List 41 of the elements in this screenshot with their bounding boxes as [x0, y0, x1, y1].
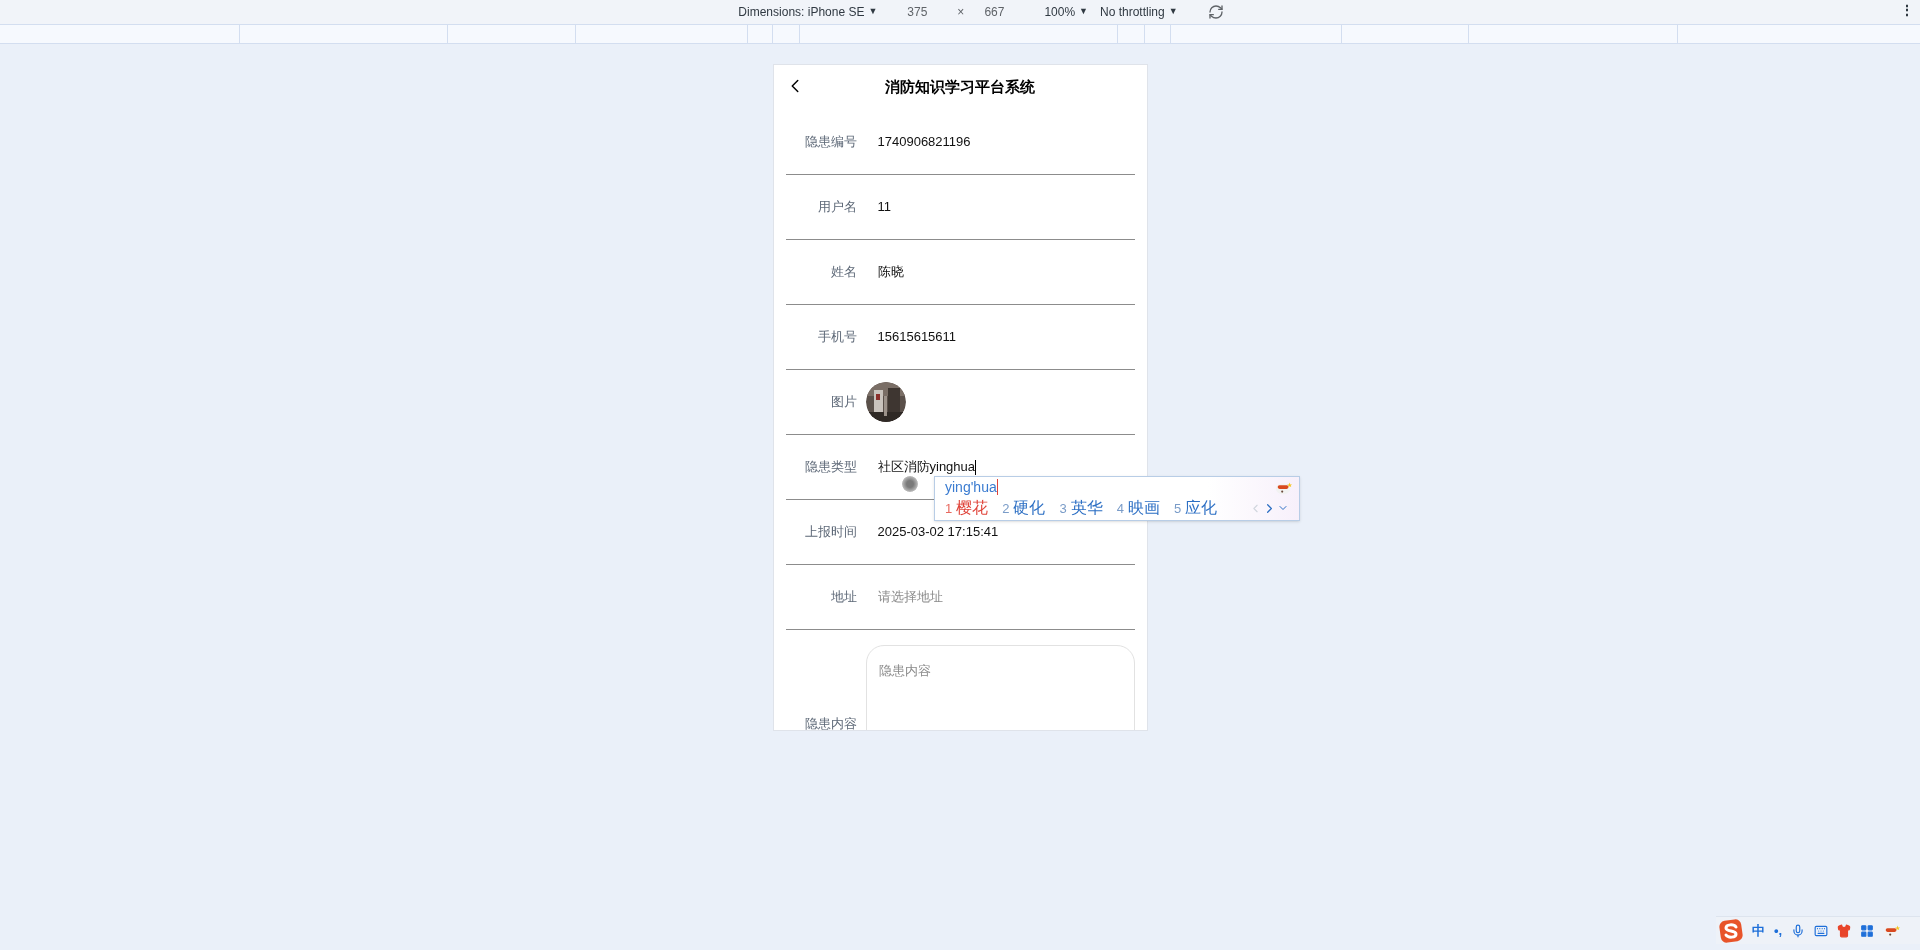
punctuation-toggle[interactable]: •, [1774, 920, 1783, 941]
field-value[interactable]: 15615615611 [877, 327, 957, 347]
field-label: 用户名 [816, 198, 857, 217]
content-textarea[interactable]: 隐患内容 [865, 645, 1135, 730]
sogou-logo-icon[interactable] [1719, 918, 1743, 943]
ime-candidate[interactable]: 2 硬化 [1002, 496, 1046, 520]
field-label: 隐患编号 [803, 133, 857, 152]
shirt-icon[interactable] [1837, 923, 1852, 938]
zoom-dropdown[interactable]: 100% ▼ [1044, 3, 1088, 21]
field-label: 手机号 [816, 328, 857, 347]
grid-icon[interactable] [1860, 923, 1875, 938]
ime-candidate[interactable]: 4 映画 [1116, 496, 1160, 520]
field-value[interactable]: 11 [877, 197, 891, 217]
field-value[interactable]: 1740906821196 [877, 132, 971, 152]
width-field[interactable]: 375 [907, 3, 938, 21]
field-value[interactable]: 2025-03-02 17:15:41 [877, 522, 999, 542]
page-title: 消防知识学习平台系统 [885, 77, 1035, 98]
field-value[interactable]: 社区消防yinghua [877, 457, 976, 477]
keyboard-icon[interactable] [1814, 923, 1829, 938]
ime-composition: ying'hua [945, 477, 997, 497]
input-mode-toggle[interactable]: 中 [1752, 920, 1765, 941]
field-label: 上报时间 [803, 523, 857, 542]
rotate-icon[interactable] [1207, 4, 1224, 20]
microphone-icon[interactable] [1791, 923, 1806, 938]
times-sign: × [957, 4, 965, 21]
ime-candidate[interactable]: 5 应化 [1173, 496, 1218, 520]
touch-pointer-icon [902, 476, 918, 492]
field-label: 图片 [829, 393, 857, 412]
throttling-dropdown[interactable]: No throttling ▼ [1100, 3, 1178, 21]
field-label: 隐患内容 [803, 715, 857, 730]
ime-candidate[interactable]: 3 英华 [1059, 496, 1103, 520]
field-label: 隐患类型 [803, 458, 857, 477]
field-label: 地址 [829, 588, 857, 607]
input-field[interactable]: 请选择地址 [877, 587, 943, 607]
height-field[interactable]: 667 [984, 3, 1015, 21]
device-dropdown[interactable]: Dimensions: iPhone SE ▼ [738, 3, 878, 21]
field-value[interactable]: 陈晓 [877, 262, 904, 282]
field-label: 姓名 [829, 263, 857, 282]
mascot-icon[interactable] [1275, 480, 1293, 496]
more-menu[interactable]: ⋮ [1900, 3, 1914, 17]
ime-candidate[interactable]: 1 樱花 [945, 496, 989, 520]
